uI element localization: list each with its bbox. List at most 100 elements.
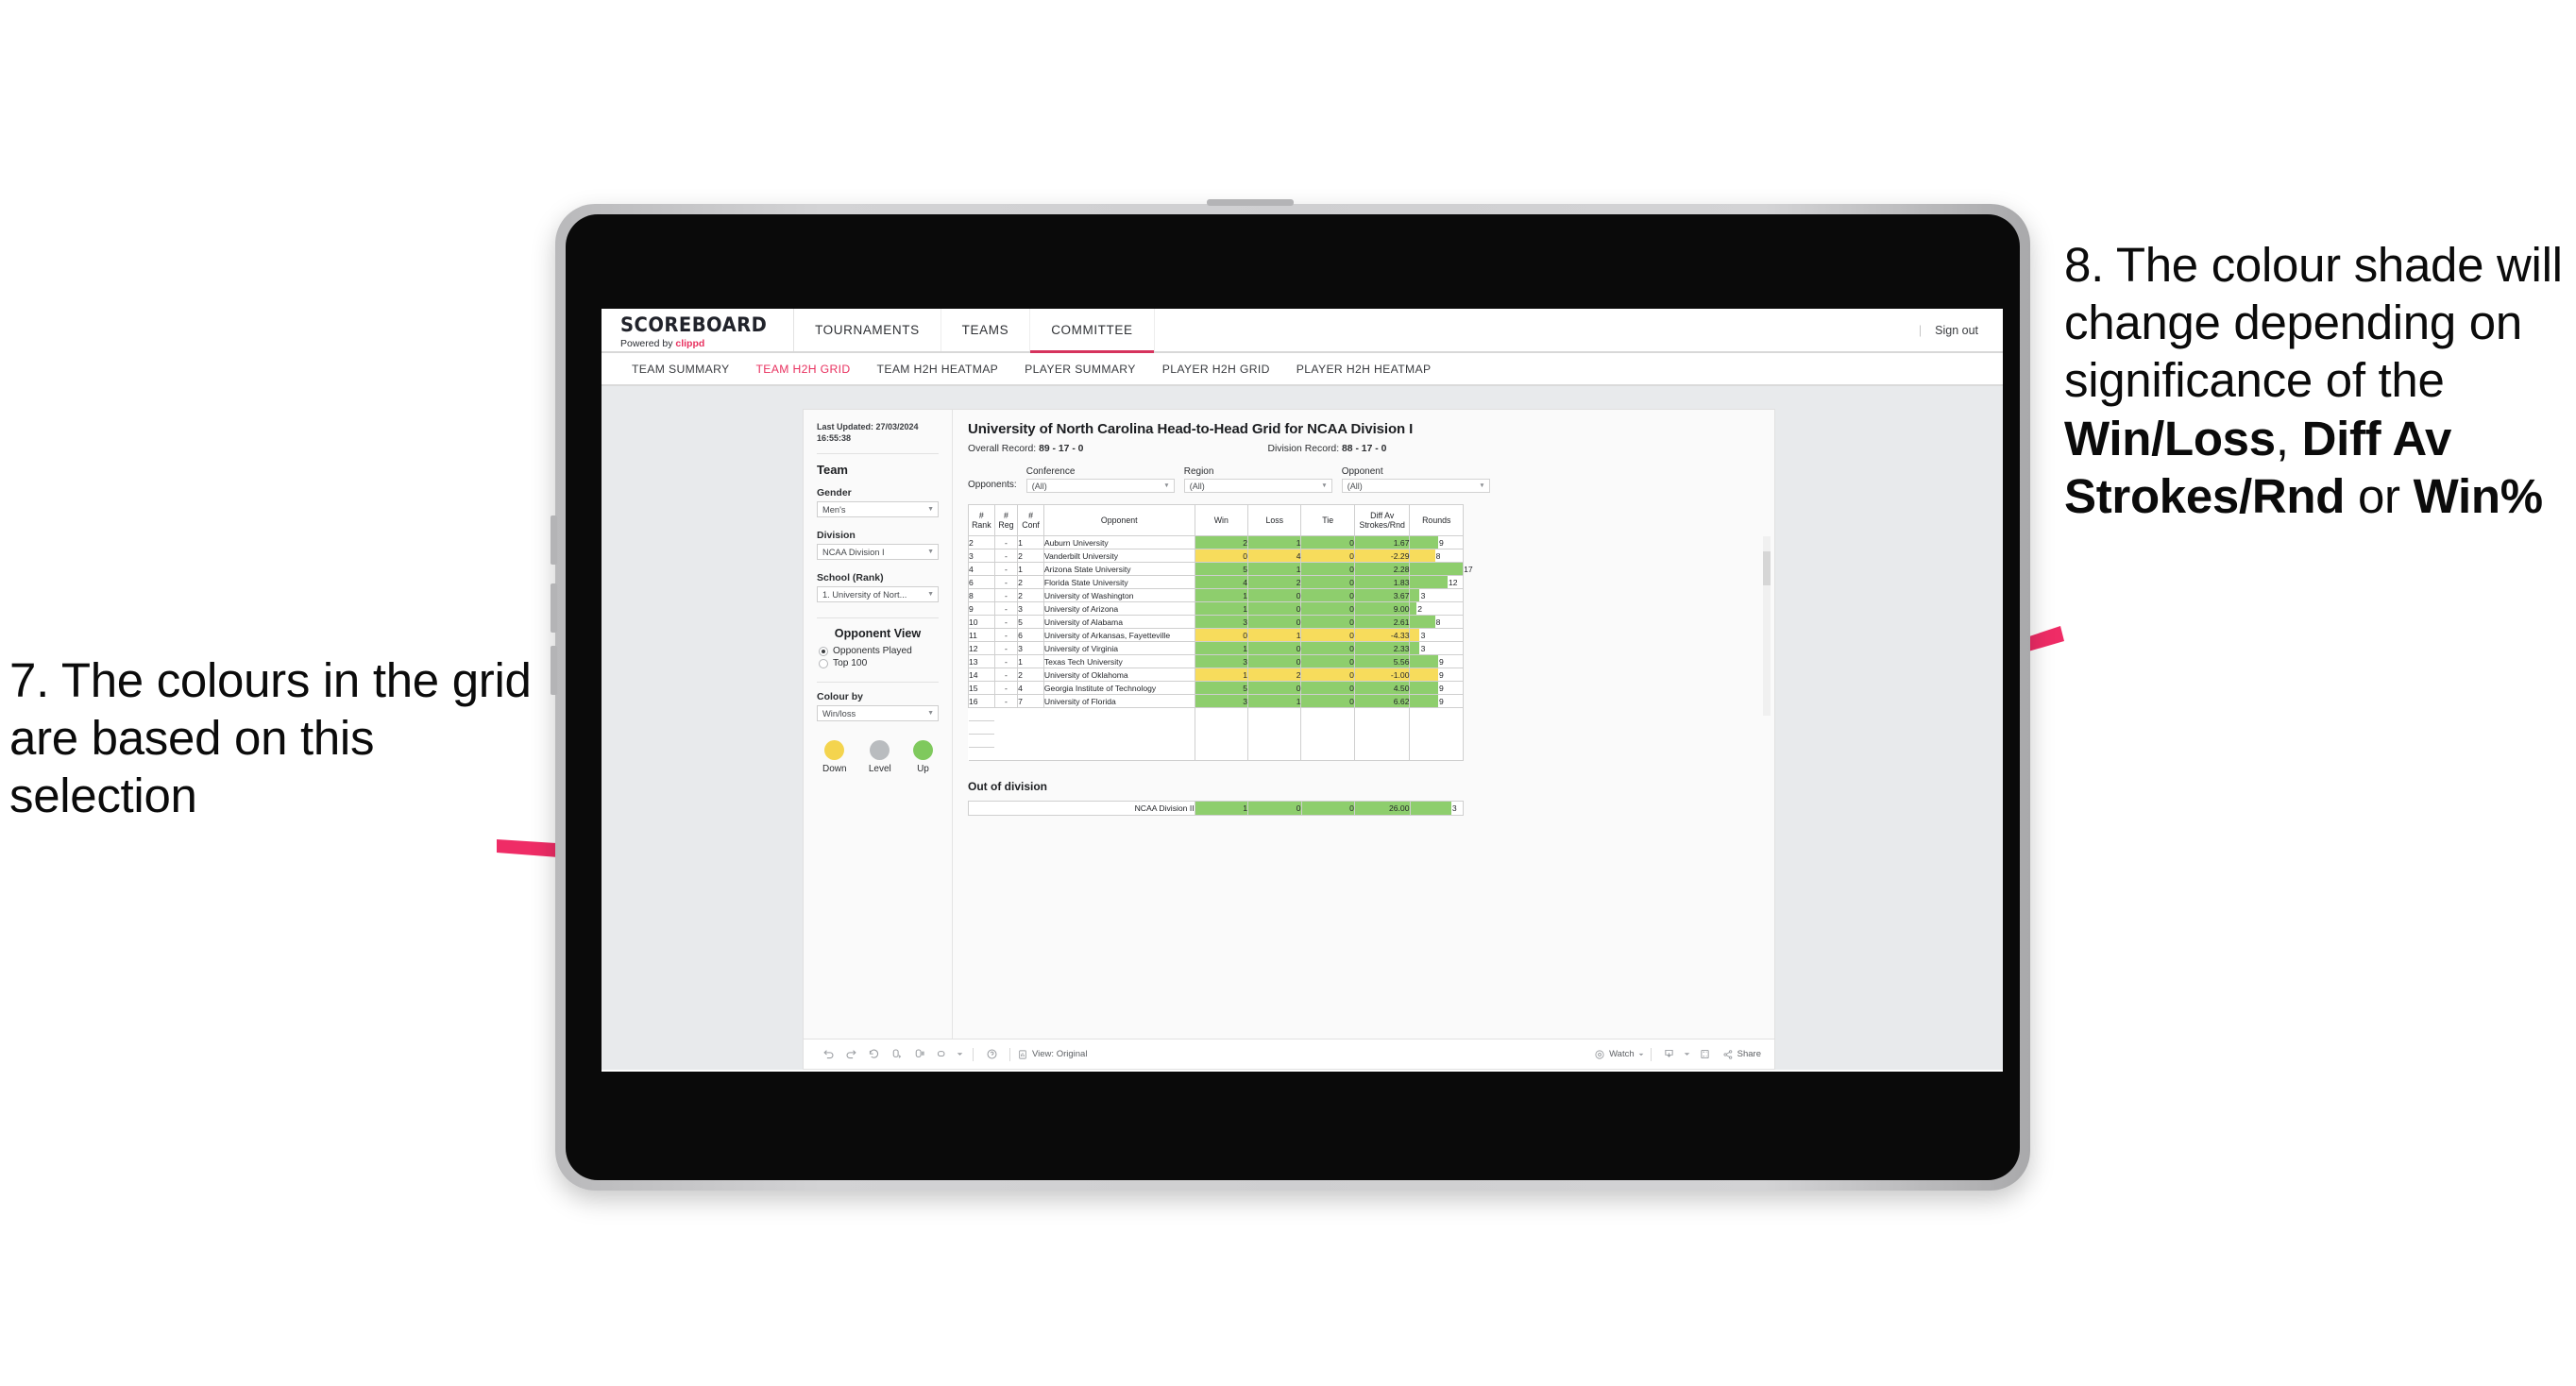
- tab-team-h2h-grid[interactable]: TEAM H2H GRID: [743, 363, 864, 376]
- table-row[interactable]: 3-2 Vanderbilt University 0 4 0 -2.29 8: [968, 549, 1464, 563]
- gender-value: Men's: [822, 504, 846, 515]
- nav-item-teams[interactable]: TEAMS: [941, 309, 1031, 351]
- filter-conference-select[interactable]: (All) ▼: [1025, 479, 1175, 493]
- table-row-empty: [968, 747, 1464, 761]
- tab-player-summary[interactable]: PLAYER SUMMARY: [1011, 363, 1149, 376]
- cell-reg: -: [993, 615, 1019, 629]
- download-icon[interactable]: [1658, 1043, 1681, 1066]
- division-select[interactable]: NCAA Division I ▼: [817, 544, 939, 561]
- out-of-division-row[interactable]: NCAA Division II 1 0 0 26.00 3: [968, 801, 1464, 816]
- redo-icon[interactable]: [839, 1043, 862, 1066]
- filter-opponent-select[interactable]: (All) ▼: [1341, 479, 1490, 493]
- brand-subtitle: Powered by clippd: [620, 338, 778, 349]
- cell-win: 3: [1194, 654, 1249, 668]
- pause-icon[interactable]: [907, 1043, 930, 1066]
- col-header-rounds[interactable]: Rounds: [1409, 504, 1464, 536]
- filter-conference-value: (All): [1031, 481, 1047, 491]
- cell-opponent: Texas Tech University: [1042, 654, 1195, 668]
- school-select[interactable]: 1. University of Nort... ▼: [817, 586, 939, 603]
- col-header-opponent[interactable]: Opponent: [1042, 504, 1195, 536]
- volume-down-button[interactable]: [551, 583, 557, 633]
- colour-by-select[interactable]: Win/loss ▼: [817, 705, 939, 722]
- table-row[interactable]: 11-6 University of Arkansas, Fayetteville…: [968, 628, 1464, 642]
- filter-opponent-value: (All): [1347, 481, 1363, 491]
- table-row[interactable]: 12-3 University of Virginia 1 0 0 2.33 3: [968, 641, 1464, 655]
- cell-opponent: Auburn University: [1042, 535, 1195, 549]
- colour-by-label: Colour by: [817, 691, 863, 703]
- cell-loss: 0: [1247, 588, 1302, 602]
- cell-diff: 3.67: [1353, 588, 1411, 602]
- cell-loss: 1: [1247, 535, 1302, 549]
- table-row[interactable]: 16-7 University of Florida 3 1 0 6.62 9: [968, 694, 1464, 708]
- cell-opponent: University of Arkansas, Fayetteville: [1042, 628, 1195, 642]
- radio-top-100-label: Top 100: [833, 658, 868, 669]
- col-header-win[interactable]: Win: [1194, 504, 1249, 536]
- cell-reg: -: [993, 654, 1019, 668]
- undo-icon[interactable]: [817, 1043, 839, 1066]
- cell-rank: 11: [968, 628, 995, 642]
- tab-player-h2h-grid[interactable]: PLAYER H2H GRID: [1149, 363, 1283, 376]
- opponents-filter-label: Opponents:: [968, 480, 1017, 490]
- table-row[interactable]: 2-1 Auburn University 2 1 0 1.67 9: [968, 535, 1464, 549]
- radio-opponents-played[interactable]: Opponents Played: [819, 646, 939, 656]
- share-button[interactable]: Share: [1722, 1049, 1761, 1060]
- col-header-tie[interactable]: Tie: [1300, 504, 1355, 536]
- sign-out-link[interactable]: Sign out: [1935, 324, 1978, 337]
- brand-logo[interactable]: SCOREBOARD Powered by clippd: [602, 309, 795, 351]
- last-updated: Last Updated: 27/03/2024 16:55:38: [817, 421, 939, 444]
- cell-conf: 3: [1017, 601, 1044, 616]
- radio-top-100[interactable]: Top 100: [819, 658, 939, 668]
- revert-icon[interactable]: [862, 1043, 885, 1066]
- cell-rank: 13: [968, 654, 995, 668]
- tab-player-h2h-heatmap[interactable]: PLAYER H2H HEATMAP: [1283, 363, 1445, 376]
- col-header-rank[interactable]: # Rank: [968, 504, 995, 536]
- sidebar-divider-3: [817, 682, 939, 684]
- nav-item-tournaments[interactable]: TOURNAMENTS: [794, 309, 941, 351]
- side-button[interactable]: [551, 646, 557, 695]
- table-row[interactable]: 14-2 University of Oklahoma 1 2 0 -1.00 9: [968, 668, 1464, 682]
- col-header-conf[interactable]: # Conf: [1017, 504, 1044, 536]
- cell-opponent: University of Arizona: [1042, 601, 1195, 616]
- viz-container: Last Updated: 27/03/2024 16:55:38 Team G…: [803, 409, 1775, 1070]
- cell-win: 2: [1194, 535, 1249, 549]
- download-caret-icon[interactable]: [1681, 1043, 1694, 1066]
- nav-item-committee[interactable]: COMMITTEE: [1030, 309, 1155, 353]
- custom-views-icon[interactable]: [930, 1043, 953, 1066]
- tab-team-h2h-heatmap[interactable]: TEAM H2H HEATMAP: [864, 363, 1012, 376]
- table-row[interactable]: 4-1 Arizona State University 5 1 0 2.28 17: [968, 562, 1473, 576]
- table-row[interactable]: 10-5 University of Alabama 3 0 0 2.61 8: [968, 615, 1464, 629]
- tab-team-summary[interactable]: TEAM SUMMARY: [619, 363, 743, 376]
- view-original-button[interactable]: View: Original: [1017, 1049, 1087, 1060]
- cell-rank: 16: [968, 694, 995, 708]
- watch-button[interactable]: Watch: [1594, 1049, 1644, 1060]
- filter-region-select[interactable]: (All) ▼: [1183, 479, 1332, 493]
- volume-up-button[interactable]: [551, 516, 557, 565]
- help-icon[interactable]: [980, 1043, 1003, 1066]
- cell-win: 0: [1194, 628, 1249, 642]
- opponent-filters: Opponents: Conference (All) ▼ Region (Al…: [968, 466, 1761, 493]
- refresh-icon[interactable]: [885, 1043, 907, 1066]
- table-row[interactable]: 15-4 Georgia Institute of Technology 5 0 0 4.…: [968, 681, 1464, 695]
- table-row[interactable]: 13-1 Texas Tech University 3 0 0 5.56 9: [968, 654, 1464, 668]
- cell-ood-diff: 26.00: [1353, 801, 1411, 816]
- col-header-loss[interactable]: Loss: [1247, 504, 1302, 536]
- cell-opponent: University of Alabama: [1042, 615, 1195, 629]
- table-row[interactable]: 6-2 Florida State University 4 2 0 1.83 12: [968, 575, 1464, 589]
- table-row[interactable]: 8-2 University of Washington 1 0 0 3.67 3: [968, 588, 1464, 602]
- table-scrollbar-thumb[interactable]: [1763, 551, 1771, 585]
- custom-views-caret-icon[interactable]: [953, 1043, 966, 1066]
- col-header-diff[interactable]: Diff Av Strokes/Rnd: [1353, 504, 1411, 536]
- viz-sidebar: Last Updated: 27/03/2024 16:55:38 Team G…: [804, 410, 953, 1039]
- cell-tie: 0: [1300, 588, 1355, 602]
- gender-select[interactable]: Men's ▼: [817, 501, 939, 518]
- cell-rounds: 2: [1409, 601, 1464, 616]
- table-scrollbar[interactable]: [1763, 536, 1771, 716]
- cell-rank: 10: [968, 615, 995, 629]
- sidebar-divider-1: [817, 453, 939, 455]
- col-header-reg[interactable]: # Reg: [993, 504, 1019, 536]
- fullscreen-icon[interactable]: [1694, 1043, 1717, 1066]
- power-button[interactable]: [1207, 199, 1294, 206]
- table-row[interactable]: 9-3 University of Arizona 1 0 0 9.00 2: [968, 601, 1464, 616]
- viz-title: University of North Carolina Head-to-Hea…: [968, 421, 1414, 437]
- cell-tie: 0: [1300, 681, 1355, 695]
